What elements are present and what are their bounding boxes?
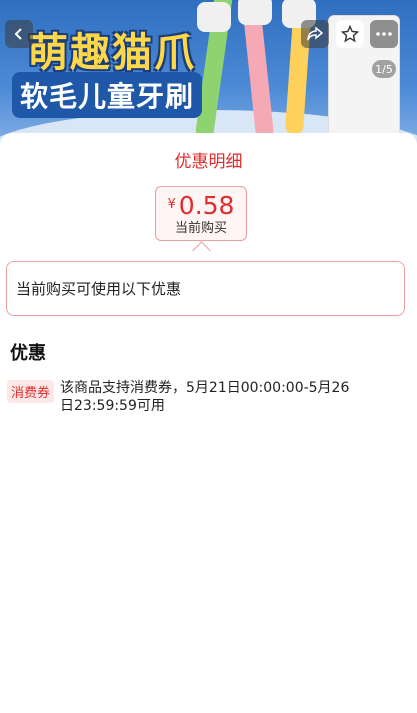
share-button[interactable] <box>301 20 329 48</box>
price-amount: 0.58 <box>178 191 235 220</box>
chevron-left-icon <box>14 28 22 40</box>
brush-head <box>238 0 272 25</box>
current-price-box: ¥0.58 当前购买 <box>155 186 247 241</box>
star-icon <box>341 25 359 43</box>
brush-head <box>197 2 231 32</box>
section-title: 优惠 <box>10 343 46 364</box>
discount-detail-sheet: 优惠明细 ¥0.58 当前购买 当前购买可使用以下优惠 优惠 消费券 该商品支持… <box>0 133 417 713</box>
price-pointer <box>192 241 211 260</box>
discount-notice: 当前购买可使用以下优惠 <box>6 261 405 316</box>
more-dots-icon <box>376 32 392 36</box>
currency-symbol: ¥ <box>167 197 176 212</box>
coupon-tag: 消费券 <box>7 380 55 403</box>
price-row: ¥0.58 <box>156 191 246 220</box>
banner-subtitle: 软毛儿童牙刷 <box>12 72 203 118</box>
banner-title: 萌趣猫爪 <box>28 30 196 76</box>
coupon-description: 该商品支持消费券，5月21日00:00:00-5月26日23:59:59可用 <box>60 380 350 414</box>
back-button[interactable] <box>5 20 33 48</box>
favorite-button[interactable] <box>336 20 364 48</box>
sheet-title: 优惠明细 <box>174 152 243 172</box>
more-button[interactable] <box>370 20 398 48</box>
share-icon <box>307 26 324 41</box>
image-pager: 1/5 <box>372 60 396 78</box>
